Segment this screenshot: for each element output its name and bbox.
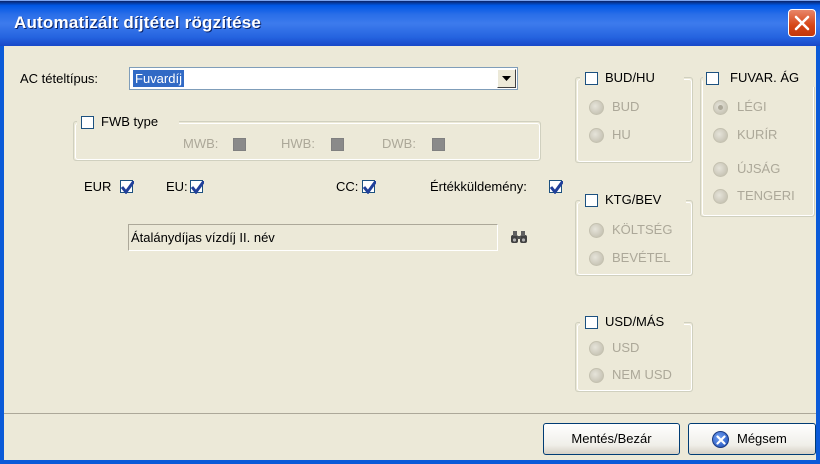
checkmark-icon	[363, 181, 376, 194]
radio-koltseg[interactable]	[589, 223, 604, 238]
cancel-icon	[712, 431, 729, 448]
bud-hu-checkbox[interactable]	[585, 72, 598, 85]
radio-kurir-label: KURÍR	[737, 127, 778, 142]
ac-type-label: AC tételtípus:	[20, 71, 99, 86]
fuvar-ag-legend: FUVAR. ÁG	[703, 69, 815, 87]
bud-hu-legend: BUD/HU	[580, 69, 684, 87]
close-button[interactable]	[788, 9, 816, 37]
fwb-type-checkbox[interactable]	[81, 116, 94, 129]
radio-kurir[interactable]	[713, 128, 728, 143]
lookup-button[interactable]	[508, 226, 530, 248]
radio-bud-label: BUD	[612, 99, 640, 114]
cancel-label: Mégsem	[737, 431, 787, 446]
dropdown-button[interactable]	[497, 69, 516, 88]
chevron-down-icon	[502, 76, 511, 81]
close-icon	[794, 15, 810, 31]
radio-hu[interactable]	[589, 128, 604, 143]
dialog-window: Automatizált díjtétel rögzítése AC tétel…	[0, 0, 820, 464]
radio-usd[interactable]	[589, 341, 604, 356]
hwb-label: HWB:	[281, 136, 315, 151]
bud-hu-label: BUD/HU	[605, 70, 655, 85]
radio-tengeri-label: TENGERI	[737, 188, 795, 203]
checkmark-icon	[191, 181, 204, 194]
radio-nem-usd[interactable]	[589, 368, 604, 383]
radio-bud[interactable]	[589, 100, 604, 115]
dwb-checkbox[interactable]	[432, 138, 445, 151]
binoculars-icon	[511, 231, 527, 243]
eu-checkbox[interactable]	[190, 180, 204, 194]
value-consignment-checkbox[interactable]	[549, 180, 563, 194]
window-title: Automatizált díjtétel rögzítése	[14, 13, 262, 32]
eur-label: EUR	[84, 179, 112, 194]
eu-label: EU:	[166, 179, 188, 194]
cancel-button[interactable]: Mégsem	[688, 423, 816, 455]
button-bar-divider	[4, 413, 816, 414]
mwb-checkbox[interactable]	[233, 138, 246, 151]
radio-nem-usd-label: NEM USD	[612, 367, 672, 382]
radio-bevetel-label: BEVÉTEL	[612, 250, 671, 265]
ktg-bev-legend: KTG/BEV	[580, 191, 686, 209]
checkmark-icon	[550, 181, 563, 194]
title-bar[interactable]: Automatizált díjtétel rögzítése	[0, 0, 820, 46]
fuvar-ag-checkbox[interactable]	[706, 72, 719, 85]
dialog-client-area	[4, 46, 816, 460]
hwb-checkbox[interactable]	[331, 138, 344, 151]
usd-mas-checkbox[interactable]	[585, 316, 598, 329]
mwb-label: MWB:	[183, 136, 219, 151]
cc-checkbox[interactable]	[362, 180, 376, 194]
ac-type-select[interactable]: Fuvardíj	[129, 67, 518, 90]
window-frame-right	[816, 46, 820, 464]
radio-koltseg-label: KÖLTSÉG	[612, 222, 673, 237]
radio-tengeri[interactable]	[713, 189, 728, 204]
eur-checkbox[interactable]	[120, 180, 134, 194]
value-consignment-label: Értékküldemény:	[430, 179, 527, 194]
radio-legi[interactable]	[713, 100, 728, 115]
radio-hu-label: HU	[612, 127, 631, 142]
save-close-label: Mentés/Bezár	[571, 431, 652, 446]
fwb-legend: FWB type	[77, 113, 179, 129]
radio-ujsag[interactable]	[713, 162, 728, 177]
cc-label: CC:	[336, 179, 359, 194]
checkmark-icon	[121, 181, 134, 194]
window-frame-bottom	[0, 460, 820, 464]
usd-mas-label: USD/MÁS	[605, 314, 665, 329]
radio-usd-label: USD	[612, 340, 640, 355]
description-value: Átalánydíjas vízdíj II. név	[131, 230, 275, 245]
dwb-label: DWB:	[382, 136, 416, 151]
ktg-bev-label: KTG/BEV	[605, 192, 662, 207]
ktg-bev-checkbox[interactable]	[585, 194, 598, 207]
bud-hu-group	[575, 77, 693, 163]
radio-legi-label: LÉGI	[737, 99, 767, 114]
fuvar-ag-label: FUVAR. ÁG	[730, 70, 800, 85]
save-close-button[interactable]: Mentés/Bezár	[543, 423, 680, 455]
fwb-type-label: FWB type	[101, 114, 159, 129]
radio-bevetel[interactable]	[589, 251, 604, 266]
ac-type-selected-value: Fuvardíj	[133, 70, 184, 87]
description-field[interactable]: Átalánydíjas vízdíj II. név	[128, 224, 498, 251]
radio-ujsag-label: ÚJSÁG	[737, 161, 781, 176]
usd-mas-legend: USD/MÁS	[580, 313, 684, 331]
